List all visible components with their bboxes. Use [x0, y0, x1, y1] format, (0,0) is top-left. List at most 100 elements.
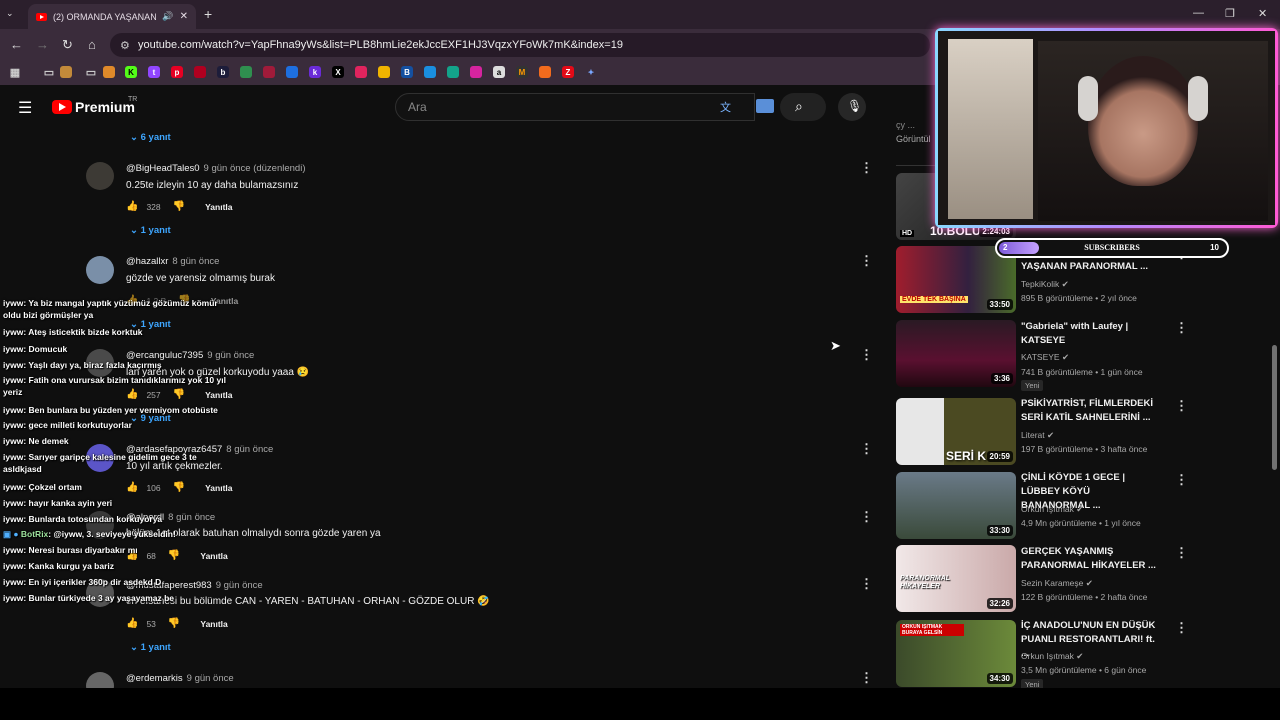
video-thumbnail[interactable]: ORKUN IŞITMAK BURAYA GELSİN 34:30	[896, 620, 1016, 687]
streamer-face	[1088, 56, 1198, 186]
chat-message: iyww: En iyi içerikler 360p dir asdekd D	[3, 577, 162, 587]
view-replies-button[interactable]: ⌄ 6 yanıt	[130, 132, 171, 143]
instagram-bookmark-icon[interactable]	[470, 66, 482, 78]
bookmark-icon[interactable]: M	[516, 66, 528, 78]
address-bar[interactable]: ⚙ youtube.com/watch?v=YapFhna9yWs&list=P…	[110, 33, 930, 57]
comment-menu-icon[interactable]: ⋮	[860, 441, 873, 457]
avatar[interactable]	[86, 256, 114, 284]
comment-author[interactable]: @hazallxr 8 gün önce	[126, 256, 219, 267]
channel-name[interactable]: Orkun Işıtmak ✔	[1021, 504, 1083, 515]
extension-icon[interactable]	[756, 99, 774, 113]
video-menu-icon[interactable]: ⋮	[1175, 545, 1188, 561]
gemini-bookmark-icon[interactable]: ✦	[585, 66, 597, 78]
like-icon[interactable]: 👍	[126, 618, 138, 629]
pinterest-bookmark-icon[interactable]: p	[171, 66, 183, 78]
site-info-icon[interactable]: ⚙	[120, 39, 130, 52]
video-meta: 741 B görüntüleme • 1 gün önce	[1021, 367, 1143, 377]
browser-tab[interactable]: (2) ORMANDA YAŞANAN PAR 🔊 ✕	[28, 4, 196, 29]
comment-actions: 👍 53 👎 Yanıtla	[126, 618, 228, 629]
bookmark-icon[interactable]	[60, 66, 72, 78]
comment-menu-icon[interactable]: ⋮	[860, 576, 873, 592]
forward-icon[interactable]: →	[36, 37, 49, 52]
reply-button[interactable]: Yanıtla	[200, 619, 227, 629]
kick-bookmark-icon[interactable]: K	[125, 66, 137, 78]
new-badge: Yeni	[1021, 380, 1044, 391]
youtube-premium-logo[interactable]: Premium	[75, 99, 135, 115]
verified-icon: ✔	[1085, 578, 1093, 588]
channel-name[interactable]: TepkiKolik ✔	[1021, 279, 1069, 290]
bookmark-icon[interactable]	[539, 66, 551, 78]
menu-icon[interactable]: ☰	[18, 98, 32, 118]
tab-search-icon[interactable]: ⌄	[6, 8, 14, 19]
new-tab-button[interactable]: +	[204, 6, 212, 22]
comment-author[interactable]: @erdemarkis 9 gün önce	[126, 673, 234, 684]
apps-icon[interactable]: ▦	[9, 66, 21, 79]
bookmark-icon[interactable]	[286, 66, 298, 78]
reply-button[interactable]: Yanıtla	[205, 202, 232, 212]
bookmark-icon[interactable]	[240, 66, 252, 78]
video-thumbnail[interactable]: 33:30	[896, 472, 1016, 539]
bookmark-icon[interactable]	[447, 66, 459, 78]
view-replies-button[interactable]: ⌄ 1 yanıt	[130, 642, 171, 653]
bookmark-icon[interactable]: k	[309, 66, 321, 78]
video-thumbnail[interactable]: EVDE TEK BAŞINA 33:50	[896, 246, 1016, 313]
video-menu-icon[interactable]: ⋮	[1175, 472, 1188, 488]
voice-search-button[interactable]: 🎙	[838, 93, 866, 121]
maximize-button[interactable]: ❐	[1225, 7, 1235, 20]
video-thumbnail[interactable]: 3:36	[896, 320, 1016, 387]
chat-message: iyww: Sarıyer garipçe kalesine gidelim g…	[3, 452, 197, 474]
video-menu-icon[interactable]: ⋮	[1175, 620, 1188, 636]
bookmark-icon[interactable]	[424, 66, 436, 78]
video-menu-icon[interactable]: ⋮	[1175, 398, 1188, 414]
comment-menu-icon[interactable]: ⋮	[860, 347, 873, 363]
comment-menu-icon[interactable]: ⋮	[860, 509, 873, 525]
comment-menu-icon[interactable]: ⋮	[860, 253, 873, 269]
translate-icon[interactable]: 文	[720, 99, 731, 115]
avatar[interactable]	[86, 162, 114, 190]
folder-icon[interactable]: ▭	[43, 66, 55, 79]
video-title[interactable]: PSİKİYATRİST, FİLMLERDEKİ SERİ KATİL SAH…	[1021, 397, 1161, 425]
youtube-logo-icon[interactable]	[52, 100, 72, 114]
video-title[interactable]: GERÇEK YAŞANMIŞ PARANORMAL HİKAYELER ...	[1021, 545, 1161, 573]
search-input[interactable]: Ara	[395, 93, 755, 121]
channel-name[interactable]: Literat ✔	[1021, 430, 1054, 441]
dislike-icon[interactable]: 👎	[173, 201, 185, 212]
chat-message: iyww: Çokzel ortam	[3, 482, 82, 492]
bookmark-icon[interactable]	[194, 66, 206, 78]
scrollbar[interactable]	[1272, 345, 1277, 470]
tab-close-icon[interactable]: ✕	[180, 11, 188, 22]
x-bookmark-icon[interactable]: X	[332, 66, 344, 78]
minimize-button[interactable]: —	[1193, 7, 1204, 19]
comment-author[interactable]: @BigHeadTales0 9 gün önce (düzenlendi)	[126, 163, 305, 174]
bookmark-icon[interactable]: b	[217, 66, 229, 78]
bookmark-icon[interactable]	[103, 66, 115, 78]
chat-message: iyww: Ya biz mangal yaptık yüzümüz gözüm…	[3, 298, 218, 320]
close-window-button[interactable]: ✕	[1258, 7, 1267, 20]
comment-menu-icon[interactable]: ⋮	[860, 670, 873, 686]
twitch-bookmark-icon[interactable]: t	[148, 66, 160, 78]
video-menu-icon[interactable]: ⋮	[1175, 320, 1188, 336]
like-icon[interactable]: 👍	[126, 201, 138, 212]
amazon-bookmark-icon[interactable]: a	[493, 66, 505, 78]
channel-name[interactable]: KATSEYE ✔	[1021, 352, 1069, 363]
folder-icon[interactable]: ▭	[85, 66, 97, 79]
channel-name[interactable]: Orkun Işıtmak ✔	[1021, 651, 1083, 662]
like-count: 53	[146, 618, 156, 629]
video-thumbnail[interactable]: PARANORMAL HİKAYELER 32:26	[896, 545, 1016, 612]
video-thumbnail[interactable]: SERİ K 20:59	[896, 398, 1016, 465]
bookmark-icon[interactable]: B	[401, 66, 413, 78]
bookmark-icon[interactable]: Z	[562, 66, 574, 78]
video-title[interactable]: "Gabriela" with Laufey | KATSEYE	[1021, 320, 1161, 348]
thumbnail-text: PARANORMAL HİKAYELER	[900, 575, 950, 590]
bookmark-icon[interactable]	[263, 66, 275, 78]
search-button[interactable]: ⌕	[780, 93, 826, 121]
comment-menu-icon[interactable]: ⋮	[860, 160, 873, 176]
channel-name[interactable]: Sezin Karameşe ✔	[1021, 578, 1093, 589]
dislike-icon[interactable]: 👎	[168, 618, 180, 629]
reload-icon[interactable]: ↻	[62, 37, 73, 53]
back-icon[interactable]: ←	[10, 37, 23, 52]
bookmark-icon[interactable]	[378, 66, 390, 78]
bookmark-icon[interactable]	[355, 66, 367, 78]
view-replies-button[interactable]: ⌄ 1 yanıt	[130, 225, 171, 236]
home-icon[interactable]: ⌂	[88, 37, 96, 52]
